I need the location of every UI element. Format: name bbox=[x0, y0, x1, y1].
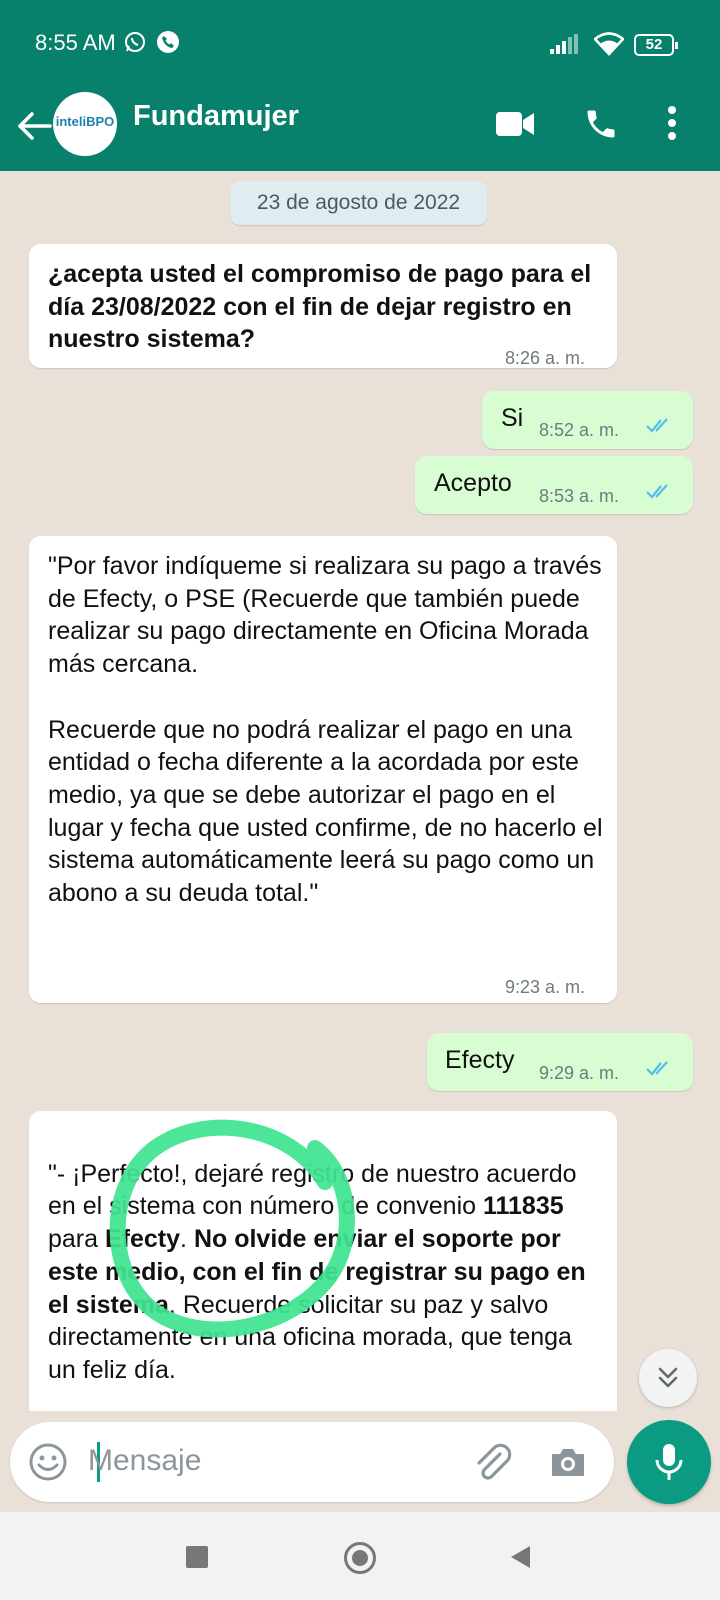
camera-icon[interactable] bbox=[548, 1442, 588, 1482]
message-time: 9:23 a. m. bbox=[505, 977, 586, 997]
avatar-logo-text: inteliBPO bbox=[55, 114, 115, 129]
chat-header: inteliBPO Fundamujer bbox=[0, 90, 720, 170]
emoji-icon[interactable] bbox=[28, 1442, 68, 1482]
annotation-circle bbox=[109, 1119, 355, 1338]
signal-icon bbox=[550, 34, 578, 54]
message-input[interactable] bbox=[88, 1436, 468, 1486]
battery-level: 52 bbox=[645, 36, 663, 53]
attach-icon[interactable] bbox=[470, 1440, 514, 1484]
top-bar: 8:55 AM 52 inteliBPO Fundamujer bbox=[0, 0, 720, 171]
message-time: 9:29 a. m. bbox=[539, 1063, 620, 1083]
nav-back-icon[interactable] bbox=[508, 1544, 532, 1570]
wifi-icon bbox=[594, 32, 624, 56]
voice-record-button[interactable] bbox=[627, 1420, 711, 1504]
whatsapp-notification-icon bbox=[125, 32, 145, 52]
battery-icon: 52 bbox=[634, 34, 678, 56]
read-ticks-icon bbox=[646, 1061, 668, 1076]
message-text: Si bbox=[501, 404, 524, 432]
contact-avatar[interactable]: inteliBPO bbox=[53, 92, 117, 156]
message-text: "Por favor indíqueme si realizara su pag… bbox=[48, 552, 603, 908]
message-text-part: para bbox=[48, 1225, 105, 1254]
message-time: 8:53 a. m. bbox=[539, 486, 620, 506]
nav-recents-icon[interactable] bbox=[186, 1546, 208, 1568]
agreement-number: 111835 bbox=[482, 1192, 564, 1221]
incoming-message[interactable]: "Por favor indíqueme si realizara su pag… bbox=[29, 536, 617, 1003]
nav-home-icon[interactable] bbox=[344, 1542, 376, 1574]
status-time: 8:55 AM bbox=[35, 30, 116, 55]
scroll-down-icon bbox=[658, 1367, 678, 1388]
read-ticks-icon bbox=[646, 484, 668, 499]
more-options-icon[interactable] bbox=[666, 104, 678, 144]
incoming-message[interactable]: ¿acepta usted el compromiso de pago para… bbox=[29, 244, 617, 368]
read-ticks-icon bbox=[646, 418, 668, 433]
message-time: 8:52 a. m. bbox=[539, 420, 620, 440]
chat-area[interactable]: 23 de agosto de 2022 ¿acepta usted el co… bbox=[0, 171, 720, 1411]
system-navigation-bar bbox=[0, 1512, 720, 1600]
date-separator: 23 de agosto de 2022 bbox=[230, 181, 487, 225]
message-composer bbox=[10, 1422, 614, 1502]
outgoing-message[interactable]: Si 8:52 a. m. bbox=[482, 391, 693, 449]
video-call-icon[interactable] bbox=[495, 110, 535, 138]
contact-name[interactable]: Fundamujer bbox=[133, 100, 299, 133]
outgoing-message[interactable]: Efecty 9:29 a. m. bbox=[427, 1033, 693, 1091]
call-notification-icon bbox=[157, 31, 179, 53]
scroll-down-button[interactable] bbox=[639, 1349, 697, 1407]
message-time: 8:26 a. m. bbox=[505, 348, 586, 368]
outgoing-message[interactable]: Acepto 8:53 a. m. bbox=[415, 456, 693, 514]
voice-call-icon[interactable] bbox=[583, 106, 619, 142]
back-arrow-icon[interactable] bbox=[14, 106, 54, 146]
message-text: Acepto bbox=[434, 469, 512, 497]
status-bar: 8:55 AM 52 bbox=[0, 0, 720, 90]
microphone-icon bbox=[655, 1444, 683, 1480]
message-text: Efecty bbox=[445, 1046, 515, 1074]
